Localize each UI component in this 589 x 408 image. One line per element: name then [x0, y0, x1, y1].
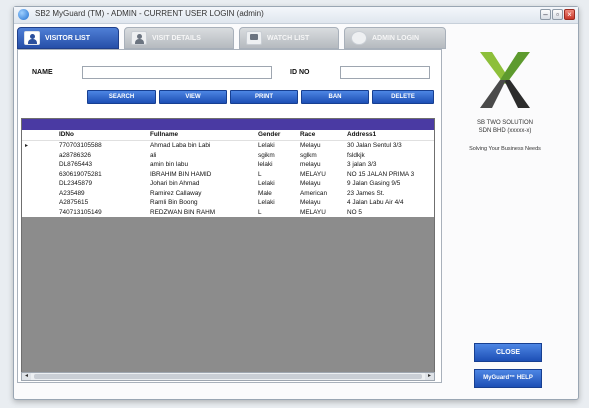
table-cell: Ramli Bin Boong — [150, 199, 198, 206]
table-cell: MELAYU — [300, 170, 326, 178]
visitor-icon — [24, 31, 40, 45]
app-icon — [18, 9, 29, 20]
company-tagline: Solving Your Business Needs — [469, 146, 541, 152]
tab-bar: VISITOR LIST VISIT DETAILS WATCH LIST AD… — [6, 27, 446, 49]
maximize-button[interactable]: ▫ — [552, 9, 563, 20]
idno-input[interactable] — [340, 66, 430, 79]
table-row[interactable]: A2875615 Ramli Bin Boong Lelaki Melayu 4 Jal… — [22, 198, 434, 208]
table-cell: Ahmad Laba bin Labi — [150, 142, 211, 149]
company-line-1: SB TWO SOLUTION — [477, 120, 533, 126]
help-button[interactable]: MyGuard™ HELP — [474, 369, 542, 388]
scroll-thumb[interactable] — [34, 374, 422, 379]
minimize-button[interactable]: – — [540, 9, 551, 20]
table-cell: Male — [258, 189, 272, 197]
row-selector-icon: ▸ — [25, 143, 29, 149]
tab-visit-details[interactable]: VISIT DETAILS — [124, 27, 234, 49]
visitor-grid[interactable]: IDNo Fullname Gender Race Address1 ▸ 7707… — [21, 118, 435, 380]
table-cell: 23 James St. — [347, 189, 385, 197]
table-cell: L — [258, 208, 262, 216]
table-cell: REDZWAN BIN RAHM — [150, 208, 216, 216]
table-row[interactable]: DL8765443 amin bin labu lelaki melayu 3 jala… — [22, 160, 434, 170]
title-bar: SB2 MyGuard (TM) - ADMIN - CURRENT USER … — [14, 7, 578, 24]
table-cell: Melayu — [300, 199, 321, 206]
column-header[interactable]: Fullname — [150, 130, 256, 140]
table-cell: 3 jalan 3/3 — [347, 161, 377, 168]
grid-rows: IDNo Fullname Gender Race Address1 ▸ 7707… — [22, 130, 434, 217]
grid-header-row: IDNo Fullname Gender Race Address1 — [22, 130, 434, 141]
idno-label: ID NO — [290, 69, 310, 76]
table-cell: NO 15 JALAN PRIMA 3 — [347, 170, 415, 178]
print-button[interactable]: PRINT — [230, 90, 298, 104]
company-logo — [480, 52, 530, 108]
delete-button[interactable]: DELETE — [372, 90, 434, 104]
table-cell: DL8765443 — [59, 161, 93, 168]
table-cell: American — [300, 189, 327, 197]
company-line-2: SDN BHD (xxxxx-x) — [478, 128, 532, 134]
table-cell: 770703105588 — [59, 142, 102, 149]
table-cell: A235489 — [59, 189, 85, 197]
company-name: SB TWO SOLUTION SDN BHD (xxxxx-x) — [460, 119, 550, 135]
table-cell: Melayu — [300, 142, 321, 149]
tab-admin-login[interactable]: ADMIN LOGIN — [344, 27, 446, 49]
table-cell: 30 Jalan Sentul 3/3 — [347, 142, 402, 149]
tab-label: WATCH LIST — [267, 34, 310, 42]
table-cell: melayu — [300, 161, 321, 168]
tab-label: VISITOR LIST — [45, 34, 90, 42]
grid-caption-band — [22, 119, 434, 130]
column-header[interactable]: Gender — [258, 130, 298, 140]
table-cell: DL2345879 — [59, 180, 93, 187]
table-cell: Lelaki — [258, 142, 275, 149]
column-header[interactable]: IDNo — [59, 130, 147, 140]
scroll-right-icon[interactable]: ▸ — [425, 373, 434, 380]
tab-label: VISIT DETAILS — [152, 34, 201, 42]
tab-watch-list[interactable]: WATCH LIST — [239, 27, 339, 49]
table-row[interactable]: ▸ 770703105588 Ahmad Laba bin Labi Lelaki Me… — [22, 141, 434, 151]
tab-visitor-list[interactable]: VISITOR LIST — [17, 27, 119, 49]
window-title: SB2 MyGuard (TM) - ADMIN - CURRENT USER … — [35, 9, 264, 18]
table-cell: NO 5 — [347, 208, 362, 216]
table-cell: Ramirez Callaway — [150, 189, 202, 197]
table-cell: IBRAHIM BIN HAMID — [150, 170, 212, 178]
table-cell: fsldkjk — [347, 151, 365, 159]
table-cell: Johari bin Ahmad — [150, 180, 200, 187]
info-icon — [351, 31, 367, 45]
name-label: NAME — [32, 69, 53, 76]
table-row[interactable]: 740713105149 REDZWAN BIN RAHM L MELAYU NO 5 — [22, 208, 434, 218]
table-cell: 740713105149 — [59, 208, 102, 216]
table-row[interactable]: 630619075281 IBRAHIM BIN HAMID L MELAYU NO 1… — [22, 170, 434, 180]
name-input[interactable] — [82, 66, 272, 79]
close-button[interactable]: CLOSE — [474, 343, 542, 362]
view-button[interactable]: VIEW — [159, 90, 227, 104]
column-header[interactable]: Address1 — [347, 130, 434, 140]
table-cell: sglkm — [300, 151, 317, 159]
table-cell: Lelaki — [258, 199, 275, 206]
monitor-icon — [246, 31, 262, 45]
tab-label: ADMIN LOGIN — [372, 34, 420, 42]
search-button[interactable]: SEARCH — [87, 90, 156, 104]
table-cell: Melayu — [300, 180, 321, 187]
table-cell: sgikm — [258, 151, 275, 159]
table-cell: Lelaki — [258, 180, 275, 187]
scroll-left-icon[interactable]: ◂ — [22, 373, 31, 380]
table-cell: amin bin labu — [150, 161, 189, 168]
ban-button[interactable]: BAN — [301, 90, 369, 104]
close-window-button[interactable]: × — [564, 9, 575, 20]
table-cell: A2875615 — [59, 199, 89, 206]
table-cell: ali — [150, 151, 157, 159]
horizontal-scrollbar[interactable]: ◂ ▸ — [21, 372, 435, 381]
table-cell: L — [258, 170, 262, 178]
table-row[interactable]: A235489 Ramirez Callaway Male American 23 Ja… — [22, 189, 434, 199]
table-cell: MELAYU — [300, 208, 326, 216]
table-cell: 4 Jalan Labu Air 4/4 — [347, 199, 404, 206]
table-row[interactable]: DL2345879 Johari bin Ahmad Lelaki Melayu 9 J… — [22, 179, 434, 189]
table-cell: 9 Jalan Gasing 9/5 — [347, 180, 401, 187]
table-cell: lelaki — [258, 161, 273, 168]
column-header[interactable]: Race — [300, 130, 344, 140]
table-row[interactable]: a28786326 ali sgikm sglkm fsldkjk — [22, 151, 434, 161]
table-cell: a28786326 — [59, 151, 91, 159]
table-cell: 630619075281 — [59, 170, 102, 178]
visitor-icon — [131, 31, 147, 45]
window-controls: – ▫ × — [540, 9, 575, 20]
